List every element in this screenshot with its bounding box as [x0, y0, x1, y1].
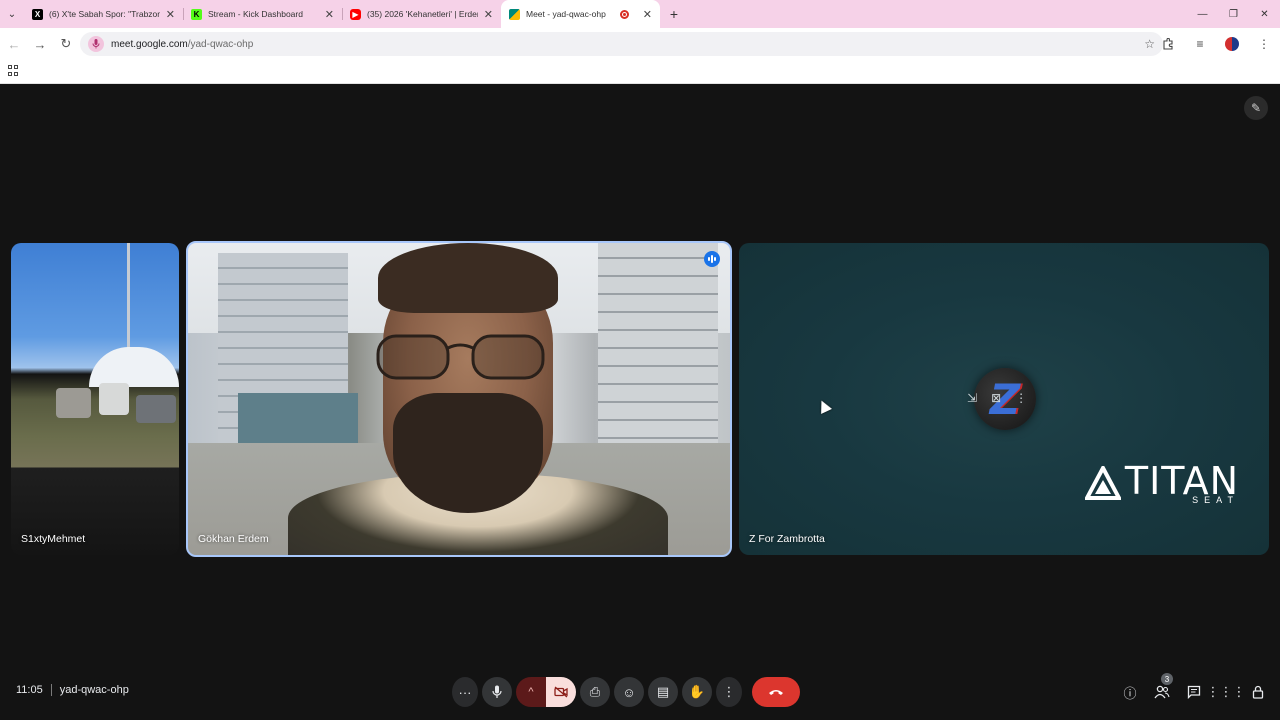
browser-toolbar: ← → ↻ meet.google.com/yad-qwac-ohp ☆ ≡ ⋮ — [0, 28, 1280, 60]
bookmarks-bar — [0, 60, 1280, 84]
browser-tab-1[interactable]: X (6) X'te Sabah Spor: "Trabzonsp ✕ — [24, 0, 183, 28]
titan-logo-mark-icon — [1084, 466, 1121, 500]
browser-tabstrip: ⌄ X (6) X'te Sabah Spor: "Trabzonsp ✕ K … — [0, 0, 1280, 28]
close-window-icon[interactable]: ✕ — [1249, 0, 1280, 28]
video-scene — [99, 383, 129, 415]
participant-count-badge: 3 — [1161, 673, 1173, 685]
video-scene — [393, 393, 543, 513]
participant-name: Gökhan Erdem — [198, 533, 269, 545]
host-controls-lock-icon[interactable] — [1248, 682, 1268, 702]
tab-title: (6) X'te Sabah Spor: "Trabzonsp — [49, 9, 160, 19]
tab-title: Stream - Kick Dashboard — [208, 9, 303, 19]
video-scene — [378, 243, 558, 313]
url-domain: meet.google.com — [111, 38, 188, 50]
video-scene — [376, 334, 545, 380]
microphone-button[interactable] — [482, 677, 512, 707]
camera-off-icon — [554, 686, 568, 698]
microphone-in-use-icon[interactable] — [88, 36, 104, 52]
participant-tile[interactable]: Z ⇲ ⊠ ⋮ TITAN SEAT Z For Zambrotta — [739, 243, 1269, 555]
x-favicon-icon: X — [32, 8, 43, 20]
back-icon[interactable]: ← — [2, 32, 26, 56]
present-screen-button[interactable]: ⎙ — [580, 677, 610, 707]
youtube-favicon-icon: ▶ — [350, 8, 361, 20]
logo-text: TITAN — [1124, 459, 1239, 503]
emoji-reaction-button[interactable]: ☺ — [614, 677, 644, 707]
apps-grid-icon[interactable] — [8, 65, 19, 76]
browser-tab-2[interactable]: K Stream - Kick Dashboard ✕ — [183, 0, 342, 28]
window-controls: — ❐ ✕ — [1187, 0, 1280, 28]
toolbar-right: ≡ ⋮ — [1152, 32, 1280, 56]
video-options-chevron-icon[interactable]: ^ — [516, 677, 546, 707]
pin-icon[interactable]: ⇲ — [967, 391, 977, 405]
call-controls: ··· ^ ⎙ ☺ ▤ ✋ ⋮ — [452, 677, 800, 707]
leave-call-button[interactable] — [752, 677, 800, 707]
meeting-time: 11:05 — [16, 684, 43, 696]
meeting-details-icon[interactable]: ⓘ — [1120, 682, 1140, 702]
close-tab-icon[interactable]: ✕ — [166, 8, 175, 21]
video-scene — [598, 243, 718, 473]
browser-tab-4[interactable]: Meet - yad-qwac-ohp ✕ — [501, 0, 660, 28]
captions-button[interactable]: ▤ — [648, 677, 678, 707]
reload-icon[interactable]: ↻ — [54, 32, 78, 56]
address-bar[interactable]: meet.google.com/yad-qwac-ohp ☆ — [80, 32, 1163, 56]
video-scene — [136, 395, 176, 423]
meet-control-bar: 11:05 yad-qwac-ohp ··· ^ ⎙ ☺ ▤ ✋ ⋮ ⓘ 3 ⋮… — [0, 664, 1280, 720]
meeting-code: yad-qwac-ohp — [59, 684, 129, 696]
meet-stage: ✎ S1xtyMehmet Gökhan Erdem Z ⇲ ⊠ ⋮ TITAN… — [0, 84, 1280, 720]
camera-off-button[interactable] — [546, 677, 576, 707]
profile-avatar[interactable] — [1225, 37, 1239, 51]
raise-hand-button[interactable]: ✋ — [682, 677, 712, 707]
participant-tile-active-speaker[interactable]: Gökhan Erdem — [186, 241, 732, 557]
kick-favicon-icon: K — [191, 8, 202, 20]
titan-seat-logo: TITAN SEAT — [1084, 459, 1239, 505]
video-scene — [127, 243, 130, 363]
forward-icon[interactable]: → — [28, 32, 52, 56]
frame-icon[interactable]: ⊠ — [991, 391, 1001, 405]
close-tab-icon[interactable]: ✕ — [643, 8, 652, 21]
activities-grid-icon[interactable]: ⋮⋮⋮ — [1207, 682, 1246, 702]
effects-wand-icon[interactable]: ✎ — [1244, 96, 1268, 120]
participant-tile[interactable]: S1xtyMehmet — [11, 243, 179, 555]
close-tab-icon[interactable]: ✕ — [484, 8, 493, 21]
tab-search-chevron-icon[interactable]: ⌄ — [0, 0, 24, 28]
video-scene — [238, 393, 358, 443]
hang-up-icon — [769, 690, 783, 695]
more-options-icon[interactable]: ⋮ — [1015, 391, 1027, 405]
participant-name: Z For Zambrotta — [749, 533, 825, 545]
meeting-info: 11:05 yad-qwac-ohp — [16, 684, 129, 696]
recording-icon — [619, 9, 629, 19]
meet-favicon-icon — [509, 8, 520, 20]
url-path: /yad-qwac-ohp — [187, 38, 254, 50]
separator — [50, 684, 52, 696]
more-audio-options-icon[interactable]: ··· — [452, 677, 478, 707]
tab-title: (35) 2026 'Kehanetleri' | Erdem A — [367, 9, 478, 19]
new-tab-button[interactable]: + — [662, 0, 686, 28]
more-options-button[interactable]: ⋮ — [716, 677, 742, 707]
browser-menu-icon[interactable]: ⋮ — [1248, 37, 1280, 51]
speaking-indicator-icon — [704, 251, 720, 267]
participant-name: S1xtyMehmet — [21, 533, 86, 545]
microphone-icon — [492, 685, 502, 698]
extensions-icon[interactable] — [1152, 38, 1184, 50]
logo-subtext: SEAT — [1192, 495, 1239, 505]
tab-title: Meet - yad-qwac-ohp — [526, 9, 606, 19]
browser-tab-3[interactable]: ▶ (35) 2026 'Kehanetleri' | Erdem A ✕ — [342, 0, 501, 28]
media-controls-icon[interactable]: ≡ — [1184, 37, 1216, 51]
tile-hover-controls: ⇲ ⊠ ⋮ — [967, 391, 1027, 405]
video-scene — [89, 347, 179, 387]
restore-icon[interactable]: ❐ — [1218, 0, 1249, 28]
close-tab-icon[interactable]: ✕ — [325, 8, 334, 21]
minimize-icon[interactable]: — — [1187, 0, 1218, 28]
chat-icon[interactable] — [1184, 682, 1204, 702]
side-panel-controls: ⓘ 3 ⋮⋮⋮ — [1120, 673, 1268, 702]
people-icon[interactable]: 3 — [1152, 673, 1173, 702]
video-scene — [56, 388, 91, 418]
